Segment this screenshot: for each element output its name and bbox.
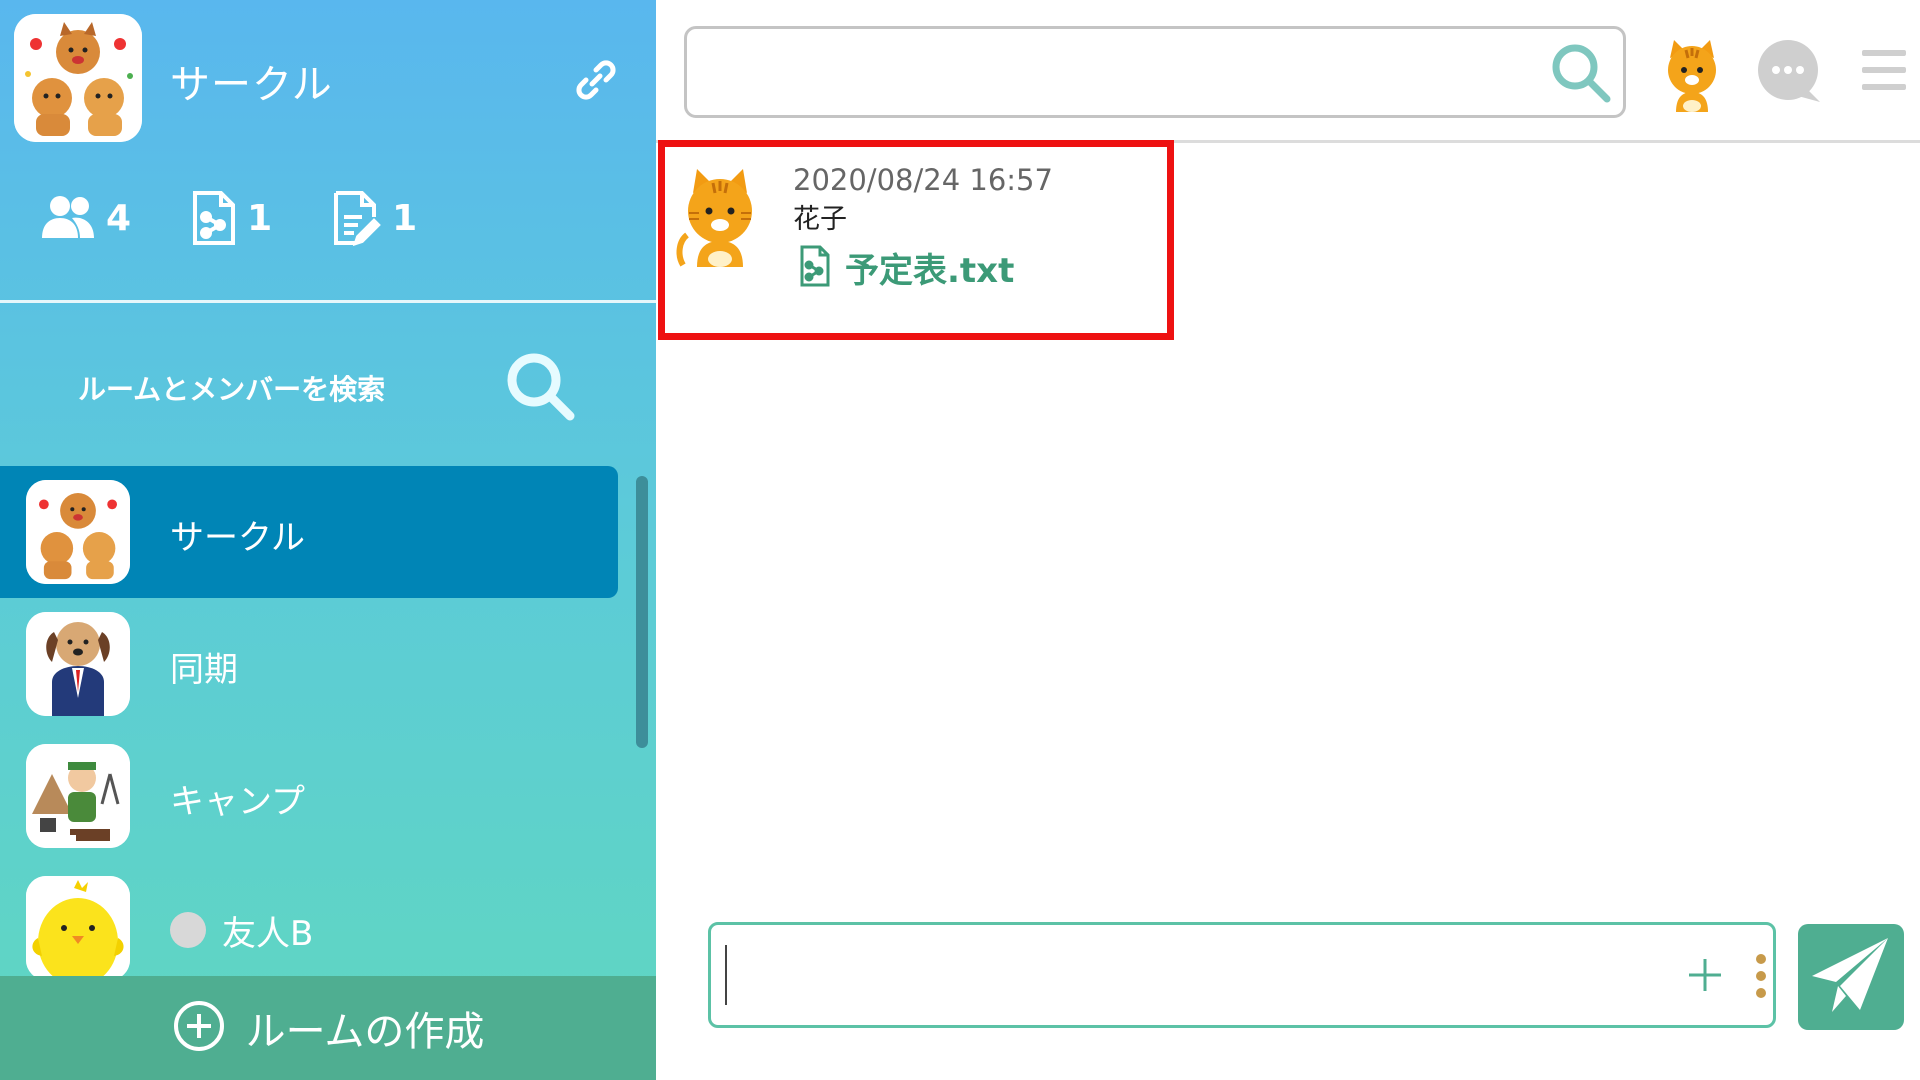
send-button[interactable] [1798, 924, 1904, 1030]
room-label: 友人B [222, 914, 314, 954]
room-item-circle[interactable]: サークル [0, 466, 618, 598]
search-icon [502, 348, 582, 428]
dog-businessman-avatar [26, 612, 130, 716]
room-label: 同期 [170, 650, 238, 690]
shared-file-icon [191, 189, 237, 247]
members-stat[interactable]: 4 [40, 194, 131, 242]
notes-count: 1 [392, 197, 418, 239]
message-composer [708, 922, 1776, 1028]
notes-stat[interactable]: 1 [332, 189, 417, 247]
sidebar: サークル 4 1 1 ルームとメンバーを検索 サークル 同期 キャンプ 友人B … [0, 0, 656, 1080]
dogs-celebrating-avatar [26, 480, 130, 584]
message-search-input[interactable] [707, 47, 1507, 99]
room-label: キャンプ [170, 782, 305, 822]
room-label: サークル [170, 518, 305, 558]
user-avatar[interactable] [1656, 36, 1728, 112]
circle-stats: 4 1 1 [40, 186, 477, 250]
circle-title: サークル [170, 62, 333, 108]
shared-file-icon [799, 244, 831, 292]
link-icon[interactable] [574, 58, 618, 102]
members-count: 4 [106, 197, 132, 239]
add-circle-icon [172, 999, 226, 1057]
room-item-camp[interactable]: キャンプ [0, 730, 618, 862]
hamburger-menu-icon[interactable] [1860, 46, 1908, 94]
circle-header: サークル 4 1 1 [0, 0, 656, 300]
circle-avatar[interactable] [14, 14, 142, 142]
offline-status-dot [170, 912, 206, 948]
file-name: 予定表.txt [845, 251, 1015, 291]
search-rooms-button[interactable]: ルームとメンバーを検索 [0, 340, 656, 440]
add-attachment-icon[interactable] [1683, 953, 1727, 997]
sidebar-divider [0, 300, 656, 303]
chat-panel: 2020/08/24 16:57 花子 予定表.txt [656, 0, 1920, 1080]
shared-files-count: 1 [247, 197, 273, 239]
chick-avatar [26, 876, 130, 976]
note-icon [332, 189, 382, 247]
message-item-highlighted: 2020/08/24 16:57 花子 予定表.txt [658, 140, 1174, 340]
paper-plane-icon [1798, 938, 1904, 1034]
message-sender: 花子 [793, 204, 847, 235]
room-item-doki[interactable]: 同期 [0, 598, 618, 730]
orange-cat-avatar[interactable] [675, 165, 765, 267]
shared-files-stat[interactable]: 1 [191, 189, 272, 247]
create-room-button[interactable]: ルームの作成 [0, 976, 656, 1080]
room-list-scrollbar[interactable] [636, 476, 648, 748]
camper-avatar [26, 744, 130, 848]
create-room-label: ルームの作成 [245, 1009, 485, 1055]
more-options-icon[interactable] [1751, 951, 1771, 1001]
room-item-friend-b[interactable]: 友人B [0, 862, 618, 976]
search-icon[interactable] [1547, 39, 1615, 107]
room-list: サークル 同期 キャンプ 友人B [0, 466, 656, 976]
message-input[interactable] [725, 945, 1625, 1005]
members-icon [40, 194, 96, 242]
chat-bubble-icon[interactable] [1754, 36, 1824, 106]
file-attachment-link[interactable]: 予定表.txt [799, 243, 1014, 292]
search-rooms-label: ルームとメンバーを検索 [78, 373, 386, 406]
message-search-box [684, 26, 1626, 118]
message-timestamp: 2020/08/24 16:57 [793, 163, 1053, 197]
